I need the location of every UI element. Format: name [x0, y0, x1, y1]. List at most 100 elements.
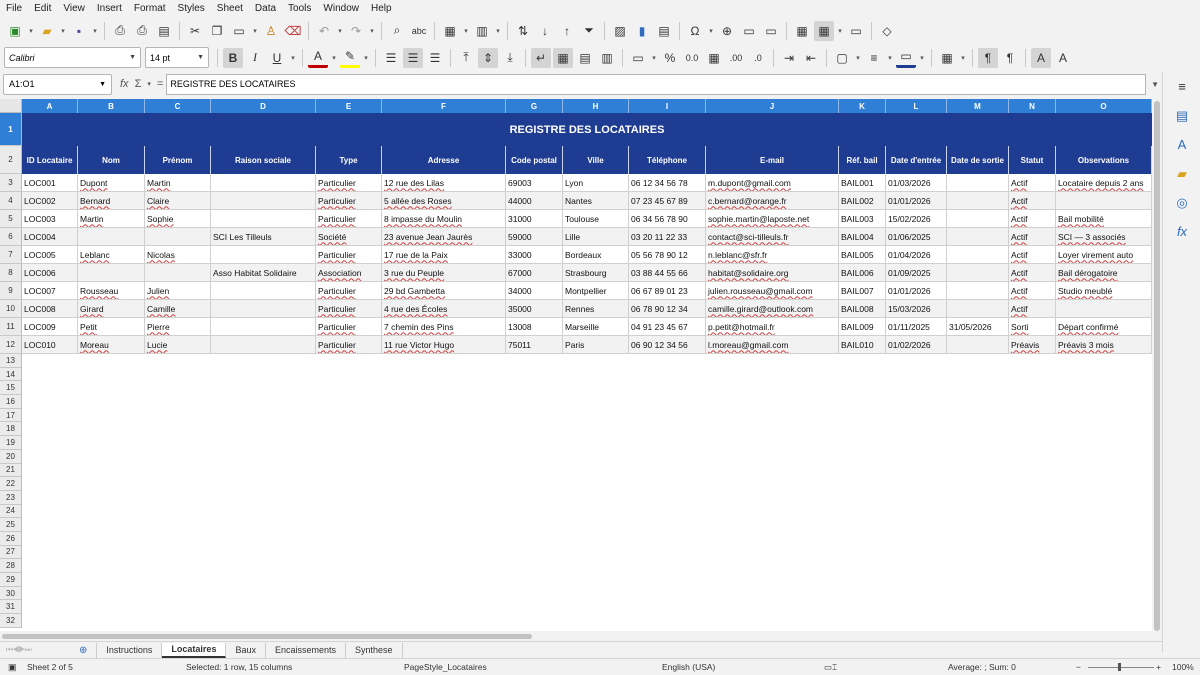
chevron-down-icon[interactable]: ▾: [330, 48, 338, 68]
column-header-a[interactable]: A: [22, 99, 78, 113]
header-cell[interactable]: Date de sortie: [947, 146, 1009, 174]
table-cell[interactable]: Particulier: [316, 300, 382, 318]
sort-descending-icon[interactable]: ↑: [557, 21, 577, 41]
row-header-24[interactable]: 24: [0, 504, 22, 519]
redo-icon[interactable]: ↷: [346, 21, 366, 41]
table-cell[interactable]: [947, 192, 1009, 210]
table-cell[interactable]: 7 chemin des Pins: [382, 318, 506, 336]
vertical-scrollbar[interactable]: [1152, 99, 1162, 631]
header-cell[interactable]: Nom: [78, 146, 145, 174]
header-cell[interactable]: E-mail: [706, 146, 839, 174]
table-cell[interactable]: Marseille: [563, 318, 629, 336]
table-cell[interactable]: Locataire depuis 2 ans: [1056, 174, 1152, 192]
column-header-o[interactable]: O: [1056, 99, 1152, 113]
sheet-title-merged-cell[interactable]: REGISTRE DES LOCATAIRES: [22, 113, 1152, 146]
chevron-down-icon[interactable]: ▾: [959, 48, 967, 68]
header-cell[interactable]: Téléphone: [629, 146, 706, 174]
print-preview-icon[interactable]: ▤: [154, 21, 174, 41]
table-cell[interactable]: SCI — 3 associés: [1056, 228, 1152, 246]
table-cell[interactable]: Dupont: [78, 174, 145, 192]
header-cell[interactable]: ID Locataire: [22, 146, 78, 174]
date-format-icon[interactable]: ▦: [704, 48, 724, 68]
chevron-down-icon[interactable]: ▾: [650, 48, 658, 68]
table-cell[interactable]: c.bernard@orange.fr: [706, 192, 839, 210]
row-header-18[interactable]: 18: [0, 422, 22, 437]
column-header-e[interactable]: E: [316, 99, 382, 113]
table-cell[interactable]: Claire: [145, 192, 211, 210]
conditional-format-icon[interactable]: ▦: [937, 48, 957, 68]
currency-format-icon[interactable]: ▭: [628, 48, 648, 68]
styles-icon[interactable]: A: [1163, 130, 1200, 159]
align-middle-icon[interactable]: ⇕: [478, 47, 498, 68]
table-cell[interactable]: Préavis 3 mois: [1056, 336, 1152, 354]
table-cell[interactable]: [211, 282, 316, 300]
table-cell[interactable]: Particulier: [316, 192, 382, 210]
selection-mode-icon[interactable]: ▭⌶: [824, 662, 837, 673]
table-cell[interactable]: Julien: [145, 282, 211, 300]
table-cell[interactable]: BAIL004: [839, 228, 886, 246]
row-header-21[interactable]: 21: [0, 463, 22, 478]
export-pdf-icon[interactable]: ⎙: [110, 21, 130, 41]
table-cell[interactable]: LOC009: [22, 318, 78, 336]
table-cell[interactable]: SCI Les Tilleuls: [211, 228, 316, 246]
percent-format-icon[interactable]: %: [660, 48, 680, 68]
header-cell[interactable]: Réf. bail: [839, 146, 886, 174]
delete-decimal-icon[interactable]: .0: [748, 48, 768, 68]
table-cell[interactable]: 35000: [506, 300, 563, 318]
row-header-17[interactable]: 17: [0, 408, 22, 423]
table-cell[interactable]: 75011: [506, 336, 563, 354]
chevron-down-icon[interactable]: ▾: [147, 80, 151, 88]
show-draw-functions-icon[interactable]: ◇: [877, 21, 897, 41]
header-cell[interactable]: Code postal: [506, 146, 563, 174]
table-cell[interactable]: 15/03/2026: [886, 300, 947, 318]
table-cell[interactable]: 01/09/2025: [886, 264, 947, 282]
table-cell[interactable]: Studio meublé: [1056, 282, 1152, 300]
menu-item-insert[interactable]: Insert: [91, 3, 128, 14]
table-cell[interactable]: Particulier: [316, 336, 382, 354]
table-cell[interactable]: Leblanc: [78, 246, 145, 264]
horizontal-scrollbar[interactable]: [0, 631, 1152, 641]
insert-chart-icon[interactable]: ▮: [632, 21, 652, 41]
table-cell[interactable]: BAIL002: [839, 192, 886, 210]
table-cell[interactable]: Association: [316, 264, 382, 282]
header-cell[interactable]: Prénom: [145, 146, 211, 174]
table-cell[interactable]: 01/04/2026: [886, 246, 947, 264]
table-cell[interactable]: 29 bd Gambetta: [382, 282, 506, 300]
table-cell[interactable]: camille.girard@outlook.com: [706, 300, 839, 318]
font-size-box[interactable]: 14 pt ▼: [145, 47, 209, 68]
table-cell[interactable]: BAIL008: [839, 300, 886, 318]
font-color-icon[interactable]: A: [308, 48, 328, 68]
column-header-m[interactable]: M: [947, 99, 1009, 113]
row-header-25[interactable]: 25: [0, 518, 22, 532]
table-cell[interactable]: 44000: [506, 192, 563, 210]
scrollbar-thumb[interactable]: [2, 634, 532, 639]
table-cell[interactable]: Actif: [1009, 300, 1056, 318]
menu-item-data[interactable]: Data: [249, 3, 282, 14]
header-cell[interactable]: Raison sociale: [211, 146, 316, 174]
table-cell[interactable]: [211, 246, 316, 264]
row-header-12[interactable]: 12: [0, 336, 22, 354]
table-cell[interactable]: Lyon: [563, 174, 629, 192]
table-cell[interactable]: [1056, 300, 1152, 318]
row-header-11[interactable]: 11: [0, 318, 22, 336]
add-sheet-button[interactable]: ⊕: [70, 642, 98, 658]
row-header-15[interactable]: 15: [0, 381, 22, 396]
table-cell[interactable]: 06 90 12 34 56: [629, 336, 706, 354]
table-cell[interactable]: [211, 192, 316, 210]
table-cell[interactable]: 07 23 45 67 89: [629, 192, 706, 210]
zoom-out-icon[interactable]: −: [1076, 662, 1081, 672]
menu-item-format[interactable]: Format: [128, 3, 172, 14]
sheet-tab-instructions[interactable]: Instructions: [97, 642, 163, 658]
table-cell[interactable]: Martin: [145, 174, 211, 192]
table-cell[interactable]: Pierre: [145, 318, 211, 336]
tab-navigation-arrows[interactable]: ⏮◀▶⏭: [0, 645, 70, 655]
table-cell[interactable]: Lucie: [145, 336, 211, 354]
properties-icon[interactable]: ▤: [1163, 101, 1200, 130]
table-cell[interactable]: [947, 264, 1009, 282]
table-cell[interactable]: Rousseau: [78, 282, 145, 300]
chevron-down-icon[interactable]: ▾: [362, 48, 370, 68]
table-cell[interactable]: BAIL005: [839, 246, 886, 264]
table-cell[interactable]: [78, 228, 145, 246]
table-cell[interactable]: Départ confirmé: [1056, 318, 1152, 336]
zoom-in-icon[interactable]: +: [1156, 662, 1161, 672]
